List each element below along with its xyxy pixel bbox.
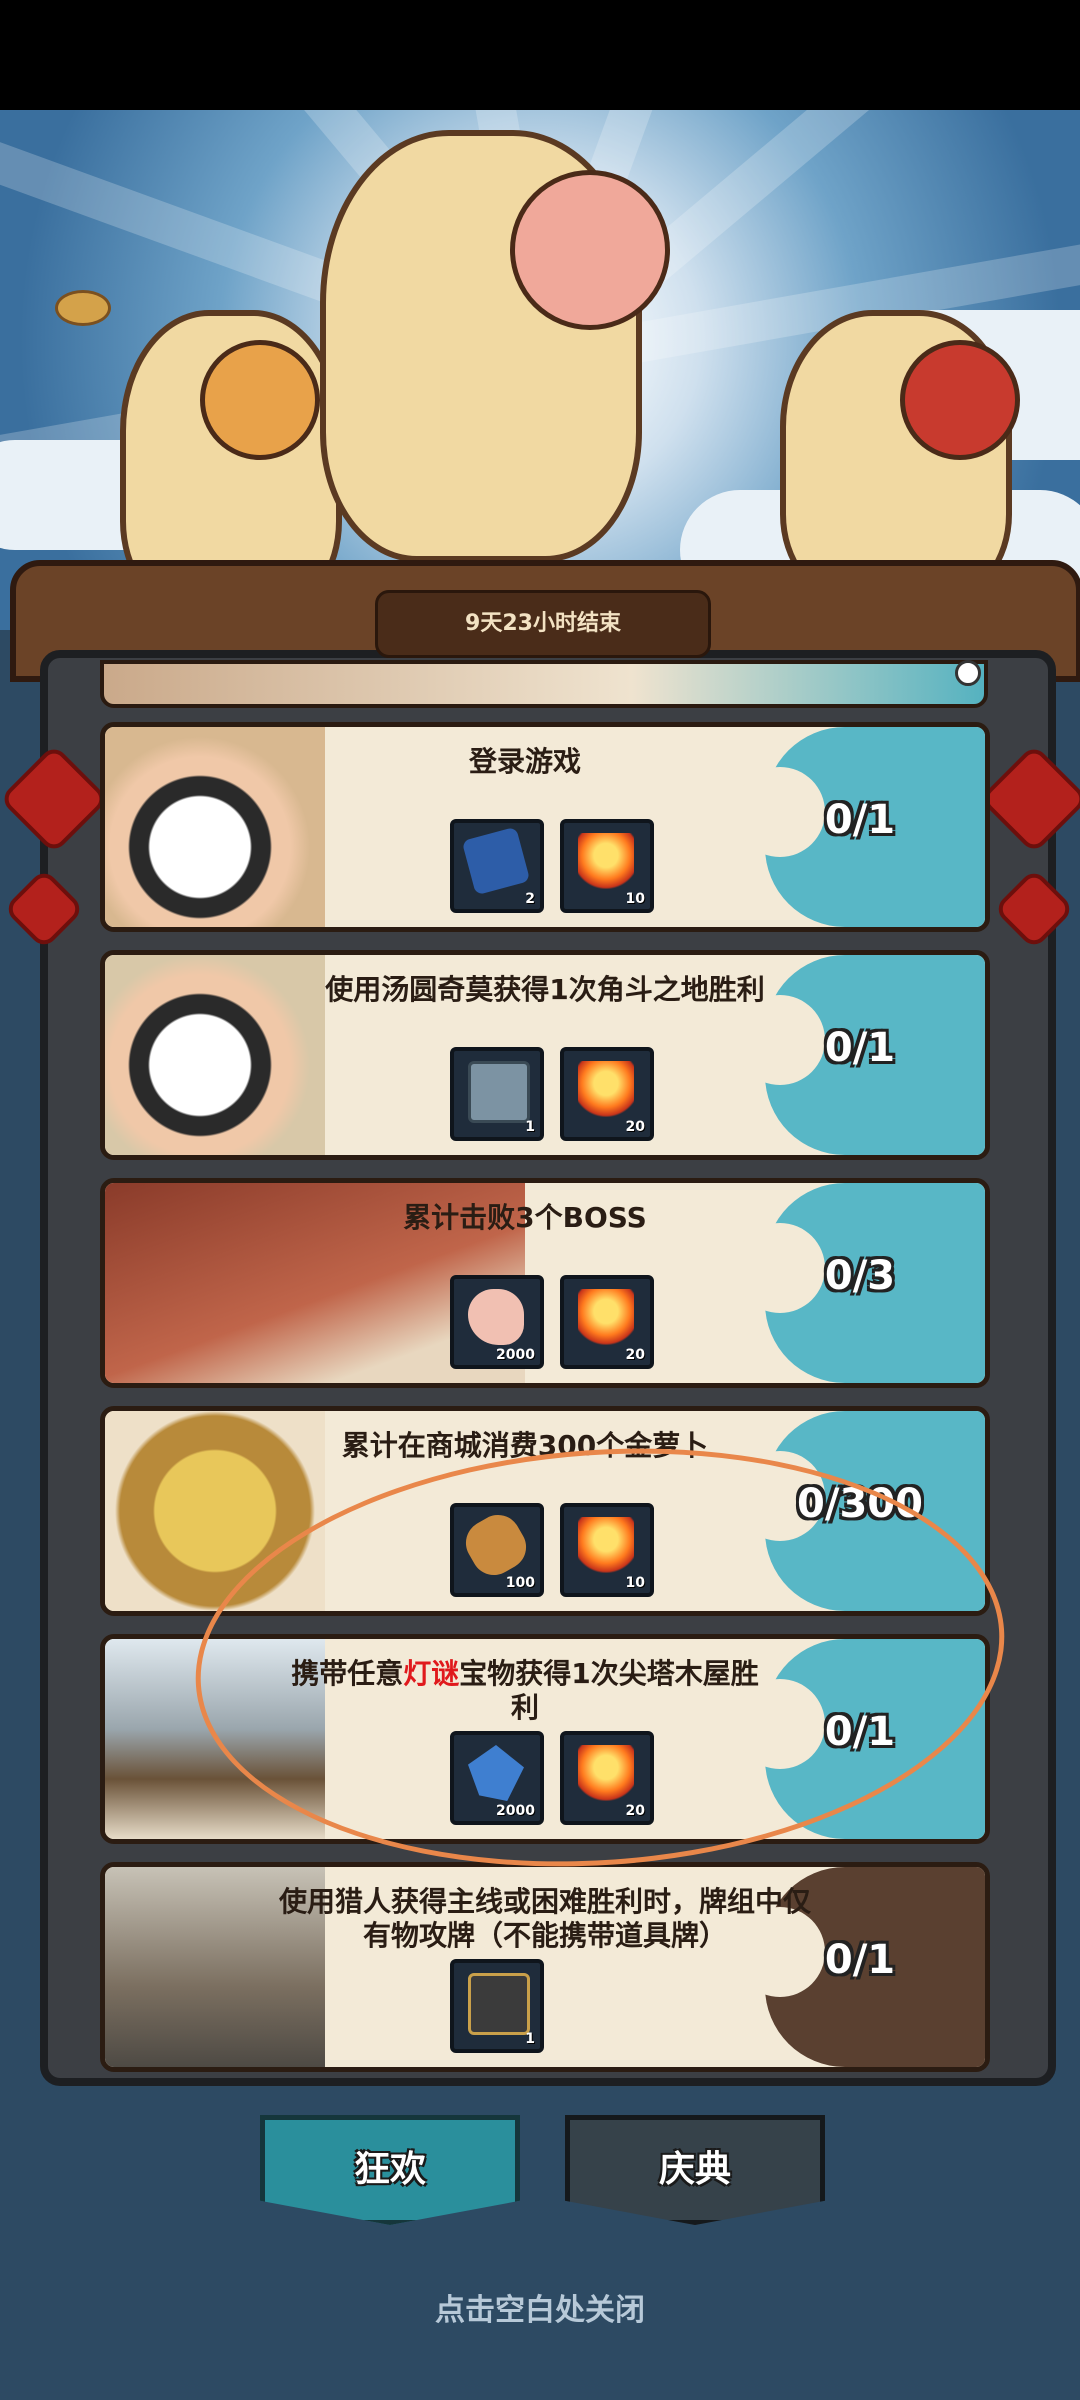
reward-slot[interactable]: 2 [450, 819, 544, 913]
task-card: 使用汤圆奇莫获得1次角斗之地胜利 1 20 0/1 [100, 950, 990, 1160]
chest-icon [468, 1061, 530, 1123]
task-card: 使用猎人获得主线或困难胜利时，牌组中仅有物攻牌（不能携带道具牌） 1 0/1 [100, 1862, 990, 2072]
task-progress: 0/1 [824, 1937, 896, 1983]
reward-slot[interactable]: 20 [560, 1047, 654, 1141]
reward-slot[interactable]: 1 [450, 1959, 544, 2053]
event-timer: 9天23小时结束 [375, 590, 711, 658]
reward-slot[interactable]: 20 [560, 1275, 654, 1369]
status-bar [0, 0, 1080, 110]
task-title: 使用汤圆奇莫获得1次角斗之地胜利 [325, 973, 765, 1006]
close-hint[interactable]: 点击空白处关闭 [0, 2285, 1080, 2329]
task-title: 登录游戏 [468, 745, 581, 778]
previous-task-edge [100, 660, 988, 708]
flame-torch-icon [578, 1289, 634, 1345]
reward-slot[interactable]: 10 [560, 819, 654, 913]
tab-celebration[interactable]: 庆典 [565, 2115, 825, 2225]
task-card: 累计击败3个BOSS 2000 20 0/3 [100, 1178, 990, 1388]
reward-slot[interactable]: 2000 [450, 1275, 544, 1369]
event-banner-art [0, 110, 1080, 630]
task-title: 累计击败3个BOSS [403, 1201, 647, 1234]
flame-torch-icon [578, 1061, 634, 1117]
task-title: 使用猎人获得主线或困难胜利时，牌组中仅有物攻牌（不能携带道具牌） [278, 1885, 811, 1952]
flame-torch-icon [578, 833, 634, 889]
meat-icon [468, 1289, 524, 1345]
task-progress: 0/1 [824, 797, 896, 843]
card-icon [468, 1973, 530, 2035]
reward-slot[interactable]: 1 [450, 1047, 544, 1141]
ticket-icon [461, 826, 531, 896]
tab-carnival[interactable]: 狂欢 [260, 2115, 520, 2225]
task-progress: 0/3 [824, 1253, 896, 1299]
task-progress: 0/1 [824, 1025, 896, 1071]
task-card: 登录游戏 2 10 0/1 [100, 722, 990, 932]
